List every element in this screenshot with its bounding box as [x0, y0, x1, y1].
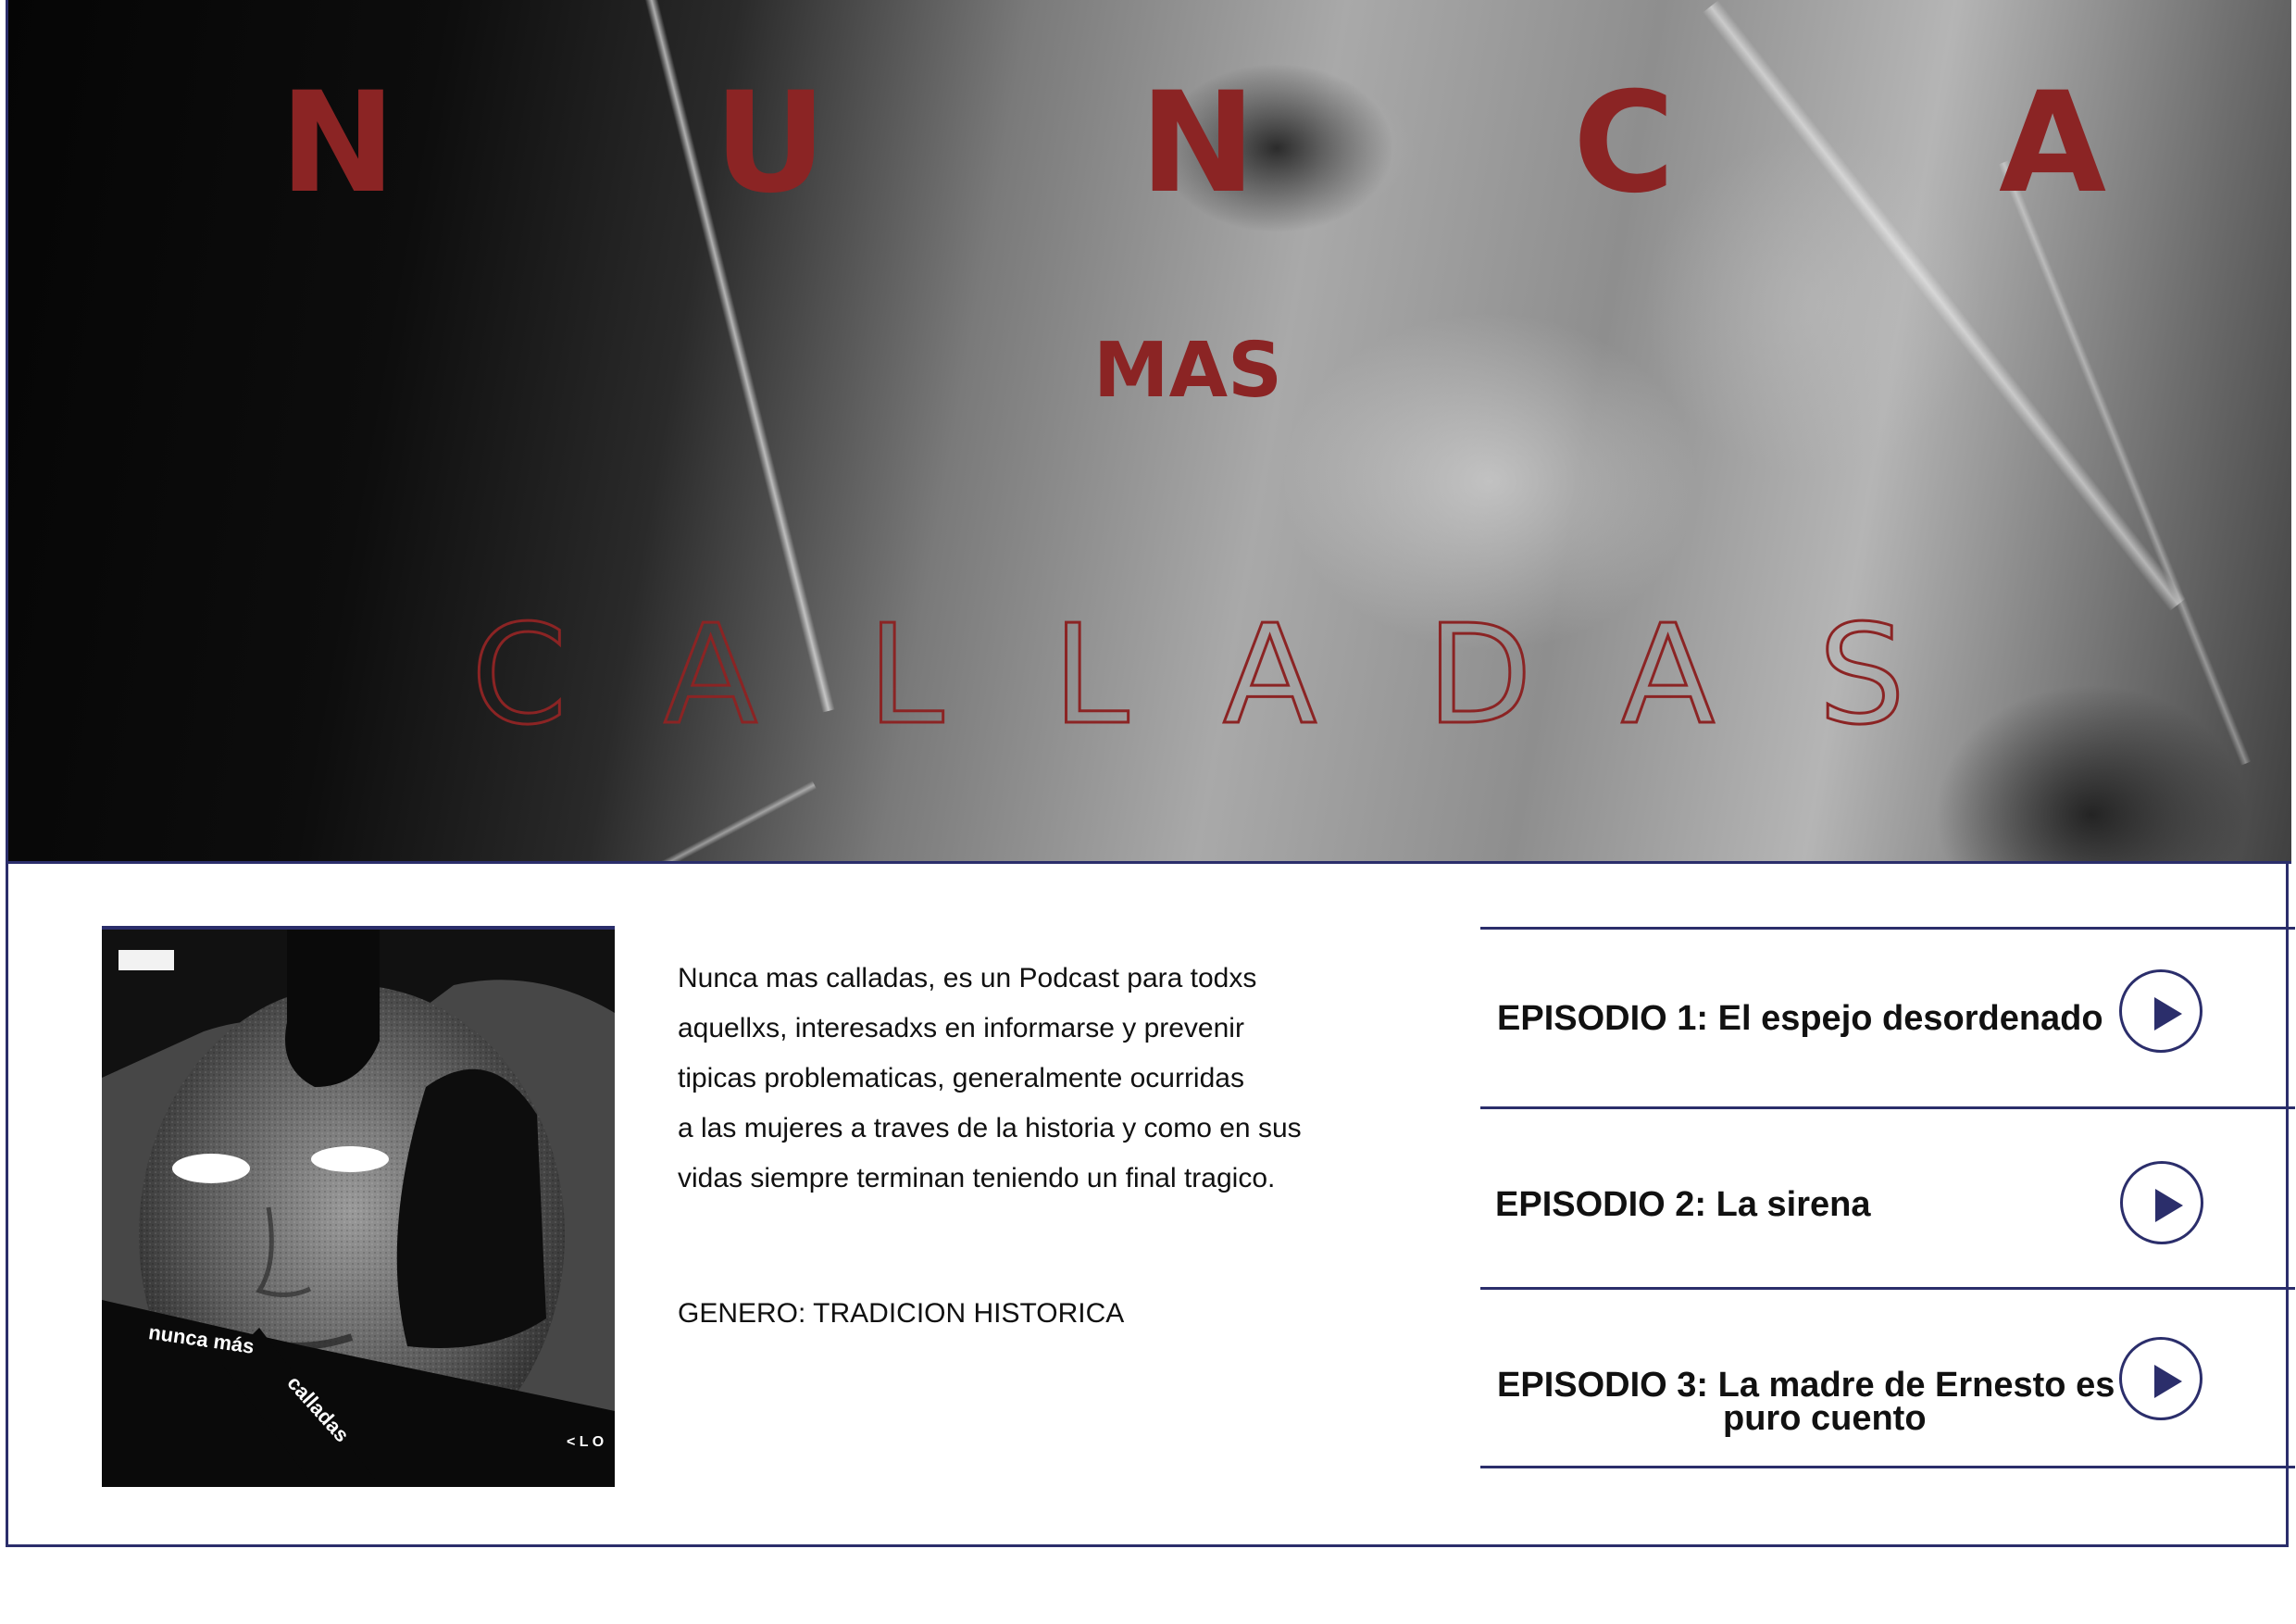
outline-letter: A [1619, 595, 1716, 755]
outline-letter: S [1817, 595, 1907, 755]
episode-2-title[interactable]: EPISODIO 2: La sirena [1495, 1187, 1870, 1222]
podcast-description: Nunca mas calladas, es un Podcast para t… [678, 954, 1363, 1204]
page-frame: N U N C A MAS C A L L A D A S nunca más … [6, 0, 2295, 1547]
title-letter: N [280, 63, 396, 224]
outline-letter: L [866, 595, 944, 755]
description-line: aquellxs, interesadxs en informarse y pr… [678, 1013, 1244, 1043]
play-icon [2154, 1365, 2182, 1398]
episode-divider [1480, 1106, 2295, 1109]
cover-collage [102, 930, 615, 1487]
title-letter: N [1140, 63, 1256, 224]
outline-letter: D [1426, 595, 1534, 755]
episode-divider [1480, 1287, 2295, 1290]
glass-shard [1702, 0, 2187, 611]
episode-3-play-button[interactable] [2119, 1337, 2202, 1420]
title-letter: C [1573, 63, 1676, 224]
play-icon [2154, 997, 2182, 1031]
episode-3-title[interactable]: EPISODIO 3: La madre de Ernesto es puro … [1497, 1366, 2127, 1438]
glass-shard [542, 781, 817, 861]
podcast-cover-art: nunca más calladas < L O [102, 926, 615, 1487]
play-icon [2155, 1189, 2183, 1222]
episode-divider [1480, 1466, 2295, 1468]
title-letter: U [714, 63, 827, 224]
description-line: tipicas problematicas, generalmente ocur… [678, 1063, 1244, 1093]
hero-banner: N U N C A MAS C A L L A D A S [8, 0, 2291, 861]
description-line: Nunca mas calladas, es un Podcast para t… [678, 963, 1257, 993]
episode-1-title[interactable]: EPISODIO 1: El espejo desordenado [1497, 1001, 2103, 1036]
hero-divider [8, 861, 2291, 864]
description-line: vidas siempre terminan teniendo un final… [678, 1163, 1276, 1193]
title-letter: A [1999, 63, 2107, 224]
glass-shard [1998, 160, 2252, 766]
episode-3-title-line: puro cuento [1723, 1399, 1927, 1438]
outline-letter: C [469, 595, 568, 755]
episode-divider [1480, 927, 2295, 930]
podcast-genre: GENERO: TRADICION HISTORICA [678, 1298, 1125, 1329]
episode-1-play-button[interactable] [2119, 969, 2202, 1053]
description-line: a las mujeres a traves de la historia y … [678, 1113, 1302, 1143]
hero-subtitle: MAS [1093, 327, 1283, 415]
outline-letter: A [1221, 595, 1317, 755]
outline-letter: A [662, 595, 758, 755]
episode-2-play-button[interactable] [2120, 1161, 2203, 1244]
cover-corner-text: < L O [567, 1434, 605, 1450]
outline-letter: L [1051, 595, 1129, 755]
episode-3-title-line: EPISODIO 3: La madre de Ernesto es [1497, 1366, 2115, 1405]
